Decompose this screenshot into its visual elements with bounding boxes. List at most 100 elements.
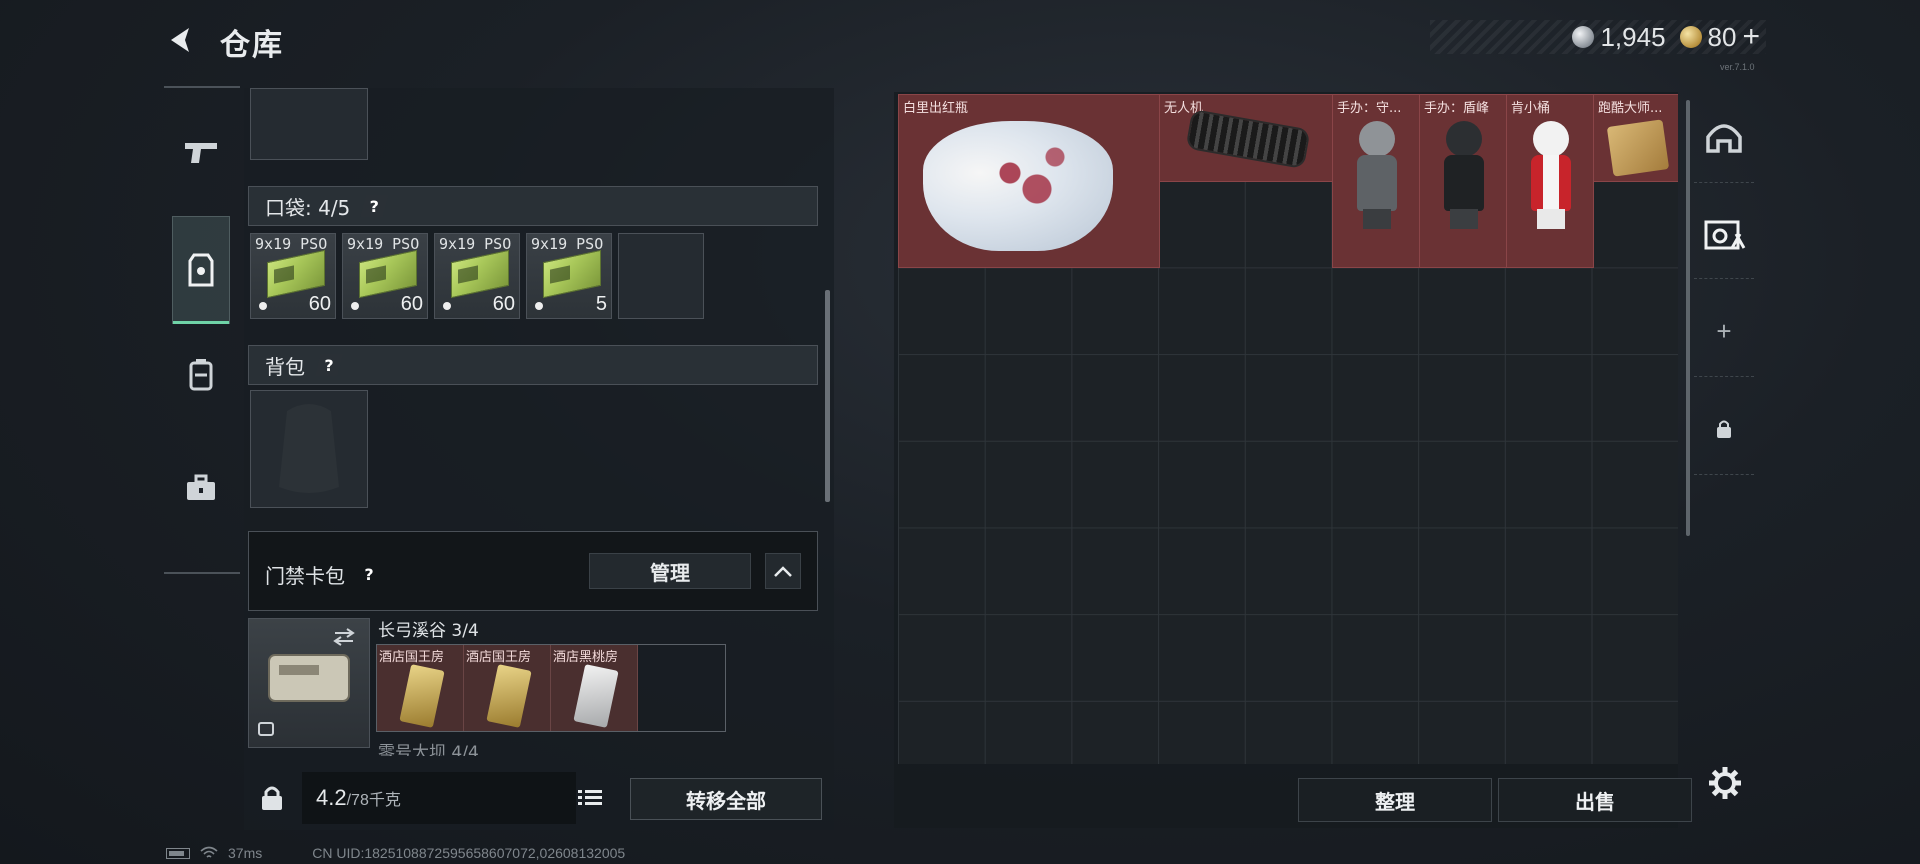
- settings-button[interactable]: [1704, 762, 1746, 804]
- ammo-box-icon: [543, 249, 601, 299]
- stash-grid[interactable]: 白里出红瓶 无人机 手办：守... 手办：盾峰 肯小桶 跑酷大师...: [898, 94, 1678, 764]
- arrange-button[interactable]: 整理: [1298, 778, 1492, 822]
- tab-case[interactable]: [172, 320, 230, 428]
- stash-tab-2[interactable]: [1694, 188, 1754, 279]
- white-keycard-icon: [573, 664, 619, 728]
- drone-icon: [1187, 111, 1309, 167]
- silver-currency: 1,945: [1572, 21, 1666, 53]
- figure-shield-icon: [1438, 121, 1490, 231]
- keycard-item-3[interactable]: 酒店黑桃房: [551, 645, 638, 731]
- left-tab-bar: [164, 86, 240, 574]
- item-slot[interactable]: [250, 88, 368, 160]
- keycard-name: 酒店国王房: [466, 650, 532, 665]
- gear-icon: [1709, 767, 1741, 799]
- helmet-icon: [1706, 124, 1742, 153]
- ammo-box-icon: [267, 249, 325, 299]
- backpack-help-icon[interactable]: ?: [315, 354, 343, 376]
- figure-guard-icon: [1351, 121, 1403, 231]
- porcelain-vase-icon: [923, 121, 1113, 251]
- ammo-count: 60: [400, 293, 423, 315]
- currency-bar: 1,945 80 +: [1430, 20, 1766, 54]
- ammo-count: 5: [595, 293, 607, 315]
- list-icon: [578, 790, 602, 805]
- tab-weapons[interactable]: [172, 98, 230, 206]
- page-title: 仓库: [220, 28, 284, 63]
- keycard-name: 酒店黑桃房: [553, 650, 619, 665]
- version-label: ver.7.1.0: [1720, 62, 1755, 72]
- lock-icon: [262, 786, 282, 810]
- ammo-slot-1[interactable]: 9x19 PSO 60: [250, 233, 336, 319]
- keycard-item-2[interactable]: 酒店国王房: [464, 645, 551, 731]
- collapse-button[interactable]: [765, 553, 801, 589]
- add-currency-button[interactable]: +: [1742, 20, 1760, 54]
- silver-coin-icon: [1572, 26, 1595, 48]
- battery-icon: [166, 847, 190, 859]
- stash-scrollbar[interactable]: [1686, 100, 1690, 536]
- gate-card-bag-section: 门禁卡包 ? 管理: [248, 531, 818, 611]
- ammo-slot-4[interactable]: 9x19 PSO 5: [526, 233, 612, 319]
- ammo-count: 60: [492, 293, 515, 315]
- keycard-row: 酒店国王房 酒店国王房 酒店黑桃房: [376, 644, 726, 732]
- gate-card-help-icon[interactable]: ?: [355, 564, 383, 586]
- gear-case-icon: [1704, 220, 1746, 250]
- pockets-label: 口袋: 4/5: [265, 195, 351, 220]
- back-button[interactable]: [163, 22, 199, 58]
- vest-icon: [188, 253, 214, 287]
- stash-tab-bar: +: [1694, 92, 1754, 562]
- list-view-button[interactable]: [574, 782, 606, 814]
- item-name: 手办：守...: [1337, 101, 1402, 116]
- backpack-silhouette-icon: [279, 404, 339, 493]
- lock-button[interactable]: [248, 772, 296, 824]
- item-name: 手办：盾峰: [1424, 101, 1490, 116]
- lock-icon: [1717, 420, 1731, 438]
- ammo-slot-2[interactable]: 9x19 PSO 60: [342, 233, 428, 319]
- ammo-slot-3[interactable]: 9x19 PSO 60: [434, 233, 520, 319]
- tab-toolkit[interactable]: [172, 434, 230, 542]
- pistol-icon: [185, 143, 217, 163]
- weight-max: /78千克: [346, 792, 401, 809]
- silver-amount: 1,945: [1600, 21, 1666, 52]
- transfer-all-button[interactable]: 转移全部: [630, 778, 822, 820]
- item-name: 肯小桶: [1511, 101, 1551, 116]
- stash-item-vase[interactable]: 白里出红瓶: [898, 94, 1160, 268]
- tab-loadout[interactable]: [172, 216, 230, 324]
- gold-keycard-icon: [399, 664, 445, 728]
- ammo-dot: [535, 302, 543, 310]
- locked-stash-tab[interactable]: [1694, 384, 1754, 475]
- chevron-up-icon: [774, 566, 792, 577]
- sell-button[interactable]: 出售: [1498, 778, 1692, 822]
- stash-item-figure-shield[interactable]: 手办：盾峰: [1419, 94, 1507, 268]
- gold-keycard-icon: [486, 664, 532, 728]
- stash-item-drone[interactable]: 无人机: [1159, 94, 1334, 182]
- keycard-case[interactable]: [248, 618, 370, 748]
- ammo-box-icon: [451, 249, 509, 299]
- inventory-scrollbar[interactable]: [825, 290, 830, 502]
- backpack-header: 背包 ?: [248, 345, 818, 385]
- gate-card-bag-title: 门禁卡包 ?: [265, 560, 383, 589]
- item-name: 白里出红瓶: [903, 101, 969, 116]
- stash-item-figure-guard[interactable]: 手办：守...: [1332, 94, 1420, 268]
- map2-keycard-count: 零号大坝 4/4: [378, 743, 479, 756]
- pockets-help-icon[interactable]: ?: [360, 195, 389, 217]
- ammo-count: 60: [308, 293, 331, 315]
- pockets-header: 口袋: 4/5 ?: [248, 186, 818, 226]
- inventory-scroll-area[interactable]: 口袋: 4/5 ? 9x19 PSO 60 9x19 PSO 60 9x19 P…: [248, 88, 822, 756]
- keycard-name: 酒店国王房: [379, 650, 445, 665]
- toolbox-icon: [187, 474, 215, 500]
- add-stash-tab-button[interactable]: +: [1694, 286, 1754, 377]
- weight-value: 4.2: [316, 785, 347, 810]
- stash-item-kfc-bucket[interactable]: 肯小桶: [1506, 94, 1594, 268]
- uid-text: CN UID:1825108872595658607072,0260813200…: [312, 845, 626, 861]
- backpack-label: 背包: [265, 354, 305, 379]
- stash-tab-1[interactable]: [1694, 92, 1754, 183]
- backpack-slot[interactable]: [250, 390, 368, 508]
- empty-pocket-slot[interactable]: [618, 233, 704, 319]
- system-status-bar: 37ms CN UID:1825108872595658607072,02608…: [166, 844, 625, 862]
- gold-currency: 80: [1679, 22, 1736, 53]
- stash-item-parkour[interactable]: 跑酷大师...: [1593, 94, 1678, 182]
- parchment-icon: [1606, 119, 1670, 177]
- manage-button[interactable]: 管理: [589, 553, 751, 589]
- keycard-item-1[interactable]: 酒店国王房: [377, 645, 464, 731]
- bucket-figure-icon: [1525, 121, 1577, 231]
- back-arrow-icon: [171, 28, 189, 52]
